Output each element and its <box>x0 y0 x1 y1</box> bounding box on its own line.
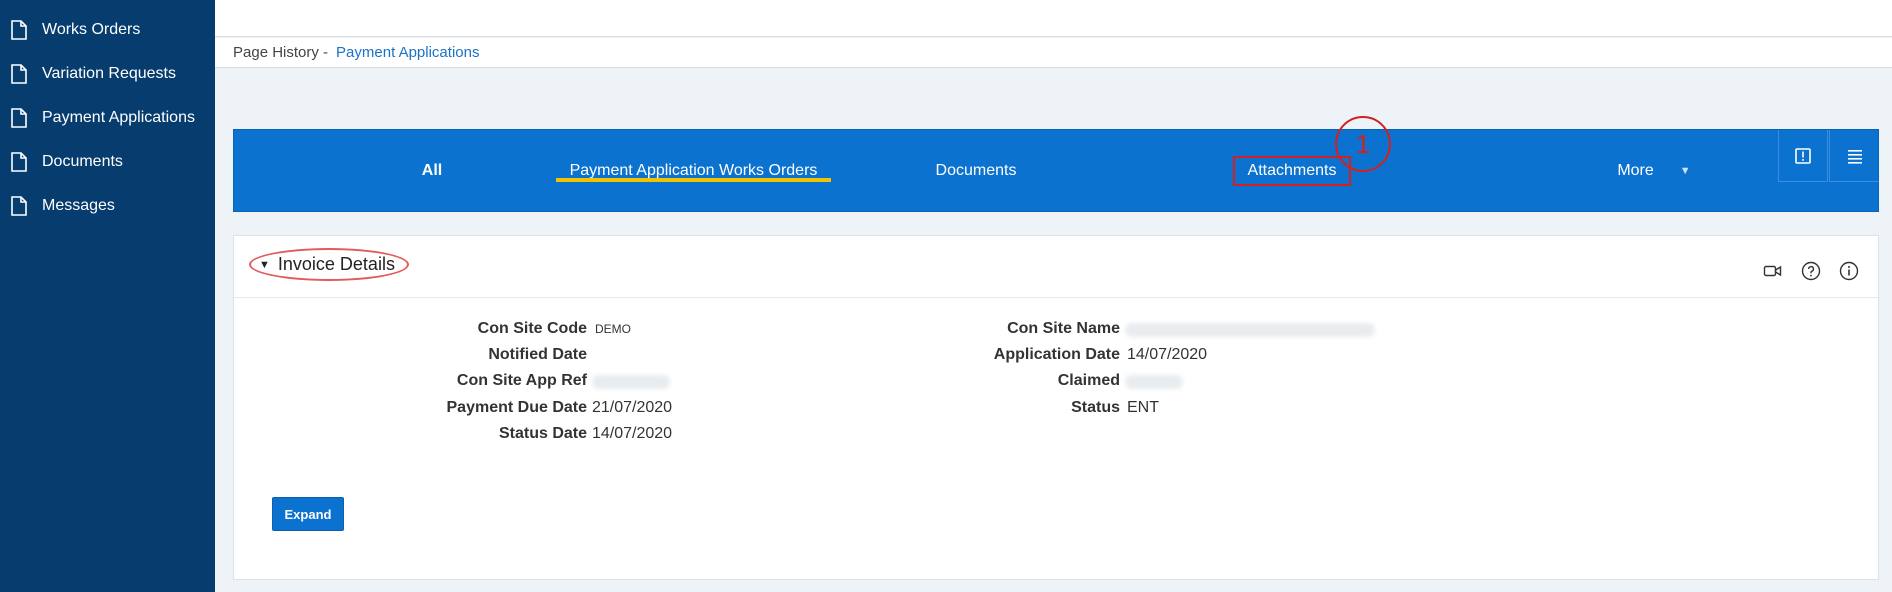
document-icon <box>11 64 27 84</box>
redacted-con-site-name <box>1125 323 1375 337</box>
info-icon[interactable] <box>1838 260 1860 282</box>
tab-documents[interactable]: Documents <box>906 130 1046 212</box>
con-site-code-value: DEMO <box>595 322 631 336</box>
tab-bar: All Payment Application Works Orders Doc… <box>233 129 1879 212</box>
sidebar-item-variation-requests[interactable]: Variation Requests <box>0 52 215 96</box>
notified-date-label: Notified Date <box>488 346 587 363</box>
tab-more-label: More <box>1617 162 1654 179</box>
sidebar: Works Orders Variation Requests Payment … <box>0 0 215 592</box>
status-value: ENT <box>1127 399 1159 416</box>
status-date-label: Status Date <box>498 425 587 442</box>
con-site-app-ref-label: Con Site App Ref <box>456 372 587 389</box>
application-date-label: Application Date <box>993 346 1120 363</box>
sidebar-item-label: Works Orders <box>42 21 141 38</box>
region-header-icons <box>1762 260 1860 282</box>
alert-icon <box>1795 147 1811 164</box>
sidebar-item-label: Variation Requests <box>42 65 176 82</box>
breadcrumb: Page History - Payment Applications <box>215 38 1892 68</box>
sidebar-item-label: Messages <box>42 197 115 214</box>
attachments-highlight-box: Attachments <box>1232 156 1352 186</box>
redacted-claimed <box>1125 375 1183 389</box>
tab-more[interactable]: More ▼ <box>1599 130 1709 212</box>
menu-icon <box>1847 149 1862 164</box>
alert-button[interactable] <box>1778 130 1828 182</box>
expand-button[interactable]: Expand <box>272 497 344 531</box>
con-site-code-label: Con Site Code <box>477 320 587 337</box>
document-icon <box>11 20 27 40</box>
status-date-value: 14/07/2020 <box>592 425 673 442</box>
payment-due-date-label: Payment Due Date <box>446 399 588 416</box>
region-title-toggle[interactable]: ▼ Invoice Details <box>249 248 409 281</box>
tab-payment-application-works-orders[interactable]: Payment Application Works Orders <box>556 130 831 212</box>
annotation-number: 1 <box>1355 128 1371 159</box>
application-date-value: 14/07/2020 <box>1127 346 1208 363</box>
region-header: ▼ Invoice Details <box>234 236 1878 298</box>
document-icon <box>11 108 27 128</box>
document-icon <box>11 152 27 172</box>
chevron-down-icon: ▼ <box>1679 165 1691 177</box>
top-header <box>215 0 1892 37</box>
sidebar-item-label: Payment Applications <box>42 109 195 126</box>
annotation-marker: 1 <box>1335 116 1391 172</box>
sidebar-item-messages[interactable]: Messages <box>0 184 215 228</box>
help-icon[interactable] <box>1800 260 1822 282</box>
menu-button[interactable] <box>1829 130 1879 182</box>
invoice-details-region: ▼ Invoice Details Con Site Code DEMO Not… <box>233 235 1879 580</box>
sidebar-item-documents[interactable]: Documents <box>0 140 215 184</box>
claimed-label: Claimed <box>1057 372 1120 389</box>
sidebar-item-label: Documents <box>42 153 123 170</box>
collapse-triangle-icon: ▼ <box>259 258 270 271</box>
tab-all[interactable]: All <box>382 130 482 212</box>
sidebar-item-works-orders[interactable]: Works Orders <box>0 8 215 52</box>
document-icon <box>11 196 27 216</box>
region-title: Invoice Details <box>277 254 395 274</box>
breadcrumb-label: Page History - <box>233 44 329 61</box>
status-label: Status <box>1071 399 1120 416</box>
sidebar-item-payment-applications[interactable]: Payment Applications <box>0 96 215 140</box>
video-camera-icon[interactable] <box>1762 260 1784 282</box>
redacted-app-ref <box>592 375 670 389</box>
con-site-name-label: Con Site Name <box>1007 320 1120 337</box>
breadcrumb-link-payment-applications[interactable]: Payment Applications <box>336 44 479 61</box>
payment-due-date-value: 21/07/2020 <box>592 399 673 416</box>
